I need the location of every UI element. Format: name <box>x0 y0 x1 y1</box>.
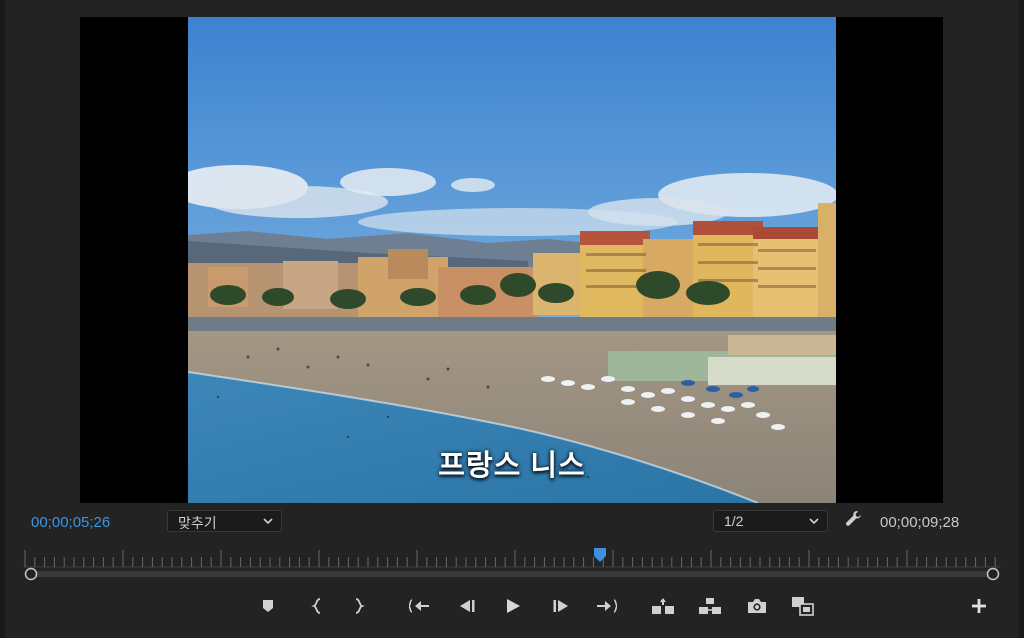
plus-icon <box>972 599 986 613</box>
go-to-in-icon <box>409 599 429 613</box>
lift-icon <box>652 598 674 614</box>
playback-resolution-value: 1/2 <box>724 513 744 529</box>
play-icon <box>507 599 520 613</box>
comparison-view-button[interactable] <box>790 594 816 618</box>
panel-edge-left <box>0 0 5 638</box>
scroll-handle-left[interactable] <box>24 567 38 581</box>
duration-timecode: 00;00;09;28 <box>880 514 960 531</box>
go-to-in-button[interactable] <box>407 594 433 618</box>
program-monitor-viewer[interactable]: 프랑스 니스 <box>80 17 943 503</box>
chevron-down-icon <box>808 514 820 530</box>
go-to-out-icon <box>597 599 617 613</box>
playback-resolution-select[interactable]: 1/2 <box>713 510 828 532</box>
mark-in-button[interactable] <box>304 594 330 618</box>
camera-icon <box>748 599 766 613</box>
panel-edge-right <box>1019 0 1024 638</box>
settings-wrench-icon[interactable] <box>844 509 864 534</box>
play-button[interactable] <box>500 594 526 618</box>
video-frame: 프랑스 니스 <box>188 17 836 503</box>
mark-out-button[interactable] <box>346 594 372 618</box>
zoom-level-value: 맞추기 <box>178 515 217 531</box>
video-frame-image <box>188 17 836 503</box>
subtitle-caption: 프랑스 니스 <box>438 450 586 482</box>
go-to-out-button[interactable] <box>593 594 619 618</box>
step-back-icon <box>460 600 475 612</box>
extract-button[interactable] <box>697 594 723 618</box>
zoom-level-select[interactable]: 맞추기 <box>167 510 282 532</box>
step-forward-icon <box>553 600 568 612</box>
playhead[interactable] <box>594 548 606 562</box>
comparison-view-icon <box>792 597 814 616</box>
marker-icon <box>263 600 273 612</box>
current-timecode[interactable]: 00;00;05;26 <box>31 514 110 531</box>
chevron-down-icon <box>262 514 274 530</box>
step-forward-button[interactable] <box>548 594 574 618</box>
time-ruler[interactable] <box>23 548 1001 568</box>
zoom-scroll-bar[interactable] <box>24 567 1000 581</box>
mark-out-icon <box>355 598 365 614</box>
scroll-handle-right[interactable] <box>986 567 1000 581</box>
mark-in-icon <box>311 598 321 614</box>
extract-icon <box>699 598 721 614</box>
button-editor-button[interactable] <box>966 594 992 618</box>
step-back-button[interactable] <box>454 594 480 618</box>
lift-button[interactable] <box>650 594 676 618</box>
add-marker-button[interactable] <box>255 594 281 618</box>
export-frame-button[interactable] <box>744 594 770 618</box>
